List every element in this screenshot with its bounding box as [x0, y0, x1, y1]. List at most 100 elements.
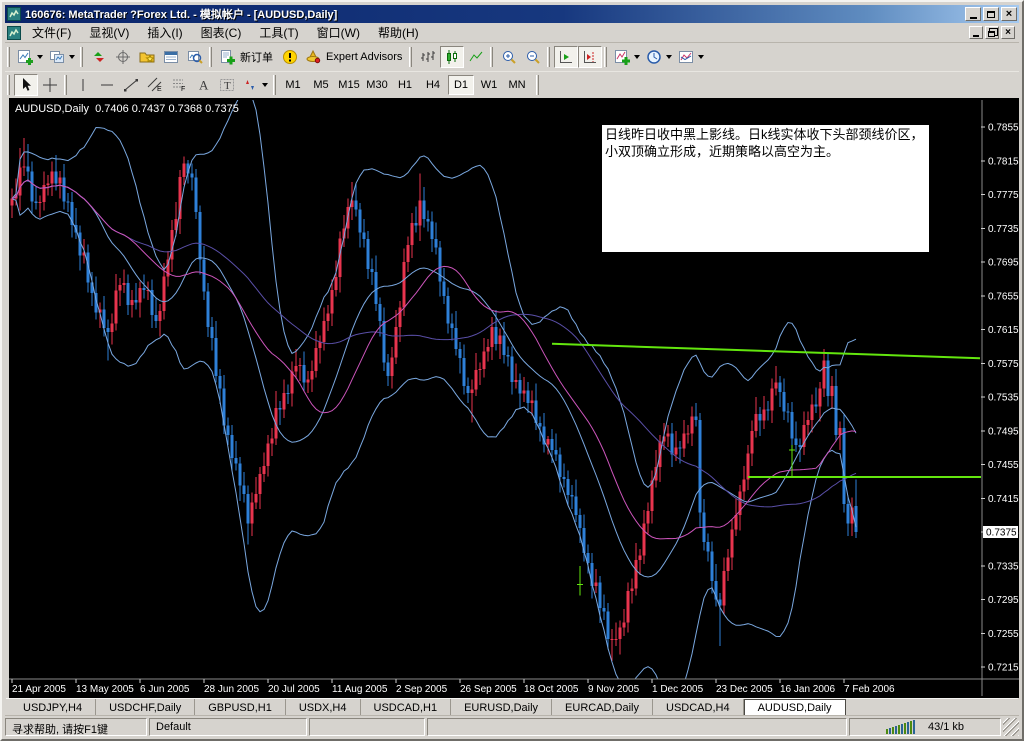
toolbar-grip[interactable]: [7, 47, 10, 67]
svg-text:20 Jul 2005: 20 Jul 2005: [268, 684, 320, 695]
toolbar-grip[interactable]: [536, 75, 539, 95]
timeframe-h1[interactable]: H1: [392, 75, 418, 95]
toolbar-line-studies: E F A T M1M5M15M30H1H4D1W1MN: [5, 71, 1019, 97]
menu-item-1[interactable]: 显视(V): [80, 22, 138, 43]
svg-text:28 Jun 2005: 28 Jun 2005: [204, 684, 259, 695]
line-chart-type-button[interactable]: [464, 46, 488, 68]
timeframe-h4[interactable]: H4: [420, 75, 446, 95]
timeframe-m1[interactable]: M1: [280, 75, 306, 95]
chevron-down-icon: [666, 55, 672, 59]
svg-text:0.7535: 0.7535: [988, 393, 1019, 404]
fibonacci-button[interactable]: F: [167, 74, 191, 96]
candlestick-type-button[interactable]: [440, 46, 464, 68]
menu-bar: 文件(F)显视(V)插入(I)图表(C)工具(T)窗口(W)帮助(H) ×: [5, 23, 1019, 43]
child-restore-button[interactable]: [985, 26, 999, 39]
close-button[interactable]: ×: [1001, 7, 1017, 21]
indicators-button[interactable]: [611, 46, 643, 68]
chevron-down-icon: [69, 55, 75, 59]
toolbar-standard: 新订单 Expert Advisors: [5, 43, 1019, 71]
data-window-button[interactable]: [111, 46, 135, 68]
svg-text:0.7415: 0.7415: [988, 494, 1019, 505]
menu-item-3[interactable]: 图表(C): [192, 22, 251, 43]
menu-item-5[interactable]: 窗口(W): [308, 22, 369, 43]
svg-text:9 Nov 2005: 9 Nov 2005: [588, 684, 640, 695]
minimize-button[interactable]: [965, 7, 981, 21]
status-traffic: 43/1 kb: [928, 721, 964, 733]
svg-text:A: A: [199, 77, 209, 92]
chevron-down-icon: [634, 55, 640, 59]
toolbar-grip[interactable]: [409, 47, 412, 67]
svg-text:0.7695: 0.7695: [988, 258, 1019, 269]
chart-shift-button[interactable]: [578, 46, 602, 68]
svg-text:0.7655: 0.7655: [988, 291, 1019, 302]
child-minimize-button[interactable]: [969, 26, 983, 39]
bar-chart-type-button[interactable]: [416, 46, 440, 68]
zoom-out-button[interactable]: [521, 46, 545, 68]
toolbar-grip[interactable]: [490, 47, 493, 67]
menu-item-2[interactable]: 插入(I): [138, 22, 191, 43]
text-button[interactable]: A: [191, 74, 215, 96]
toolbar-grip[interactable]: [64, 75, 67, 95]
svg-text:11 Aug 2005: 11 Aug 2005: [332, 684, 388, 695]
profiles-button[interactable]: [46, 46, 78, 68]
svg-text:F: F: [181, 86, 185, 93]
toolbar-grip[interactable]: [604, 47, 607, 67]
metatrader-window: 160676: MetaTrader ?Forex Ltd. - 模拟帐户 - …: [0, 0, 1024, 741]
svg-text:0.7615: 0.7615: [988, 325, 1019, 336]
menu-item-4[interactable]: 工具(T): [250, 22, 307, 43]
maximize-button[interactable]: [983, 7, 999, 21]
title-bar: 160676: MetaTrader ?Forex Ltd. - 模拟帐户 - …: [5, 5, 1019, 23]
svg-text:23 Dec 2005: 23 Dec 2005: [716, 684, 773, 695]
new-order-button[interactable]: 新订单: [216, 46, 278, 68]
toolbar-grip[interactable]: [547, 47, 550, 67]
svg-text:0.7855: 0.7855: [988, 123, 1019, 134]
new-chart-button[interactable]: [14, 46, 46, 68]
window-title: 160676: MetaTrader ?Forex Ltd. - 模拟帐户 - …: [25, 6, 337, 22]
expert-advisors-button[interactable]: Expert Advisors: [302, 46, 407, 68]
svg-text:0.7495: 0.7495: [988, 426, 1019, 437]
crosshair-button[interactable]: [38, 74, 62, 96]
menu-item-0[interactable]: 文件(F): [23, 22, 80, 43]
svg-text:21 Apr 2005: 21 Apr 2005: [12, 684, 66, 695]
toolbar-grip[interactable]: [273, 75, 276, 95]
horizontal-line-button[interactable]: [95, 74, 119, 96]
status-profile[interactable]: Default: [149, 718, 307, 736]
timeframe-m5[interactable]: M5: [308, 75, 334, 95]
toolbar-grip[interactable]: [80, 47, 83, 67]
timeframe-m15[interactable]: M15: [336, 75, 362, 95]
navigator-button[interactable]: [135, 46, 159, 68]
toolbar-grip[interactable]: [7, 75, 10, 95]
svg-text:E: E: [157, 86, 162, 93]
timeframe-m30[interactable]: M30: [364, 75, 390, 95]
timeframe-w1[interactable]: W1: [476, 75, 502, 95]
alert-button[interactable]: [278, 46, 302, 68]
equidistant-channel-button[interactable]: E: [143, 74, 167, 96]
trendline-button[interactable]: [119, 74, 143, 96]
cursor-button[interactable]: [14, 74, 38, 96]
timeframe-d1[interactable]: D1: [448, 75, 474, 95]
templates-button[interactable]: [675, 46, 707, 68]
zoom-in-button[interactable]: [497, 46, 521, 68]
connection-signal-icon: [886, 720, 920, 734]
auto-scroll-button[interactable]: [554, 46, 578, 68]
svg-text:0.7255: 0.7255: [988, 629, 1019, 640]
svg-text:16 Jan 2006: 16 Jan 2006: [780, 684, 835, 695]
arrows-button[interactable]: [239, 74, 271, 96]
chart-child-icon: [7, 26, 23, 40]
resize-grip[interactable]: [1003, 718, 1019, 736]
strategy-tester-button[interactable]: [183, 46, 207, 68]
periods-button[interactable]: [643, 46, 675, 68]
svg-text:6 Jun 2005: 6 Jun 2005: [140, 684, 190, 695]
toolbar-grip[interactable]: [209, 47, 212, 67]
status-connection: 43/1 kb: [849, 718, 1001, 736]
child-close-button[interactable]: ×: [1001, 26, 1015, 39]
market-watch-button[interactable]: [87, 46, 111, 68]
status-bar: 寻求帮助, 请按F1键 Default 43/1 kb: [5, 715, 1019, 736]
menu-item-6[interactable]: 帮助(H): [369, 22, 428, 43]
timeframe-mn[interactable]: MN: [504, 75, 530, 95]
vertical-line-button[interactable]: [71, 74, 95, 96]
svg-text:26 Sep 2005: 26 Sep 2005: [460, 684, 517, 695]
text-label-button[interactable]: T: [215, 74, 239, 96]
terminal-button[interactable]: [159, 46, 183, 68]
chart-annotation: 日线昨日收中黑上影线。日k线实体收下头部颈线价区，小双顶确立形成，近期策略以高空…: [602, 125, 929, 252]
